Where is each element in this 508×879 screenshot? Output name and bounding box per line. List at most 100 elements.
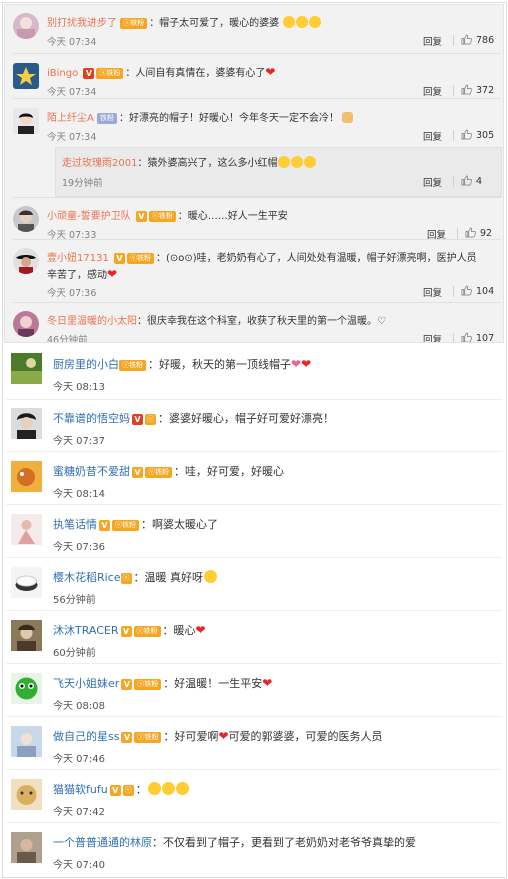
comment-time: 今天 07:34	[47, 132, 97, 143]
comment-time: 60分钟前	[53, 648, 96, 659]
fan-badge: ⓥ	[120, 572, 132, 584]
verified-v-icon: V	[83, 67, 95, 79]
divider	[6, 557, 502, 558]
user-name[interactable]: iBingo	[47, 68, 78, 79]
comment-text: ：暖心	[162, 624, 196, 637]
cry-laugh-emoji-icon	[304, 156, 317, 168]
comment-time: 今天 07:34	[47, 87, 97, 98]
comment-text-line: 冬日里温暖的小太阳：很庆幸我在这个科室，收获了秋天里的第一个温暖。♡	[47, 312, 386, 327]
comment-text: ：好漂亮的帽子！好暖心！今年冬天一定不会冷！	[119, 113, 340, 124]
comment-text: ：	[135, 783, 147, 796]
comment-time: 今天 07:42	[53, 807, 105, 818]
avatar[interactable]	[13, 311, 39, 337]
user-name[interactable]: 一个普普通通的林原	[53, 836, 152, 849]
verified-v-icon: V	[121, 678, 133, 690]
avatar[interactable]	[11, 673, 42, 704]
pray-emoji-icon	[342, 112, 354, 123]
sub-reply-text: ：猿外婆高兴了，这么多小红帽	[137, 158, 278, 169]
comment-text-line: 小顽童-誓要护卫队 Vⓥ铁粉 ：暖心……好人一生平安	[47, 207, 288, 222]
like-button[interactable]: 104	[461, 285, 494, 297]
user-name[interactable]: 小顽童-誓要护卫队	[47, 211, 131, 222]
like-count: 107	[476, 333, 495, 343]
avatar[interactable]	[13, 248, 39, 274]
heart-emoji-icon: ❤	[301, 357, 312, 371]
user-name[interactable]: 飞天小姐妹er	[53, 677, 119, 690]
user-name[interactable]: 蜜糖奶昔不爱甜	[53, 465, 130, 478]
comment-text: ：不仅看到了帽子，更看到了老奶奶对老爷爷真挚的爱	[152, 836, 416, 849]
avatar[interactable]	[13, 63, 39, 89]
reply-button[interactable]: 回复	[423, 129, 442, 143]
comment-text-line: 别打扰我进步了 ⓥ铁粉 ：帽子太可爱了，暖心的婆婆	[47, 14, 322, 29]
divider	[6, 822, 502, 823]
comment-text: ：好暖，秋天的第一顶线帽子	[148, 358, 291, 371]
fan-badge: ⓥ铁粉	[148, 210, 176, 222]
avatar[interactable]	[11, 567, 42, 598]
comment-text-line: 一个普普通通的林原：不仅看到了帽子，更看到了老奶奶对老爷爷真挚的爱	[53, 834, 416, 850]
comment-text-cont: 可爱的郭婆婆，可爱的医务人员	[228, 730, 383, 743]
like-button[interactable]: 372	[461, 84, 494, 96]
user-name[interactable]: 厨房里的小白	[53, 358, 119, 371]
crown-badge: ⓥ	[122, 784, 134, 796]
like-count: 92	[480, 228, 493, 239]
divider	[13, 239, 501, 240]
thumbs-up-icon	[461, 175, 472, 186]
user-name[interactable]: 陌上纤尘A	[47, 113, 94, 124]
reply-button[interactable]: 回复	[423, 285, 442, 299]
user-name[interactable]: 不靠谱的悟空妈	[53, 412, 130, 425]
user-name[interactable]: 猫猫软fufu	[53, 783, 108, 796]
comment-text-line-2: 辛苦了，感动❤	[47, 266, 117, 281]
heart-emoji-icon: ❤	[265, 65, 276, 79]
like-button[interactable]: 305	[461, 129, 494, 141]
reply-button[interactable]: 回复	[423, 332, 442, 342]
like-button[interactable]: 92	[465, 227, 492, 239]
fan-badge: ⓥ铁粉	[119, 359, 146, 371]
avatar[interactable]	[13, 206, 39, 232]
fan-badge: ⓥ铁粉	[145, 466, 172, 478]
comment-text: ：人间自有真情在，婆婆有心了	[125, 68, 266, 79]
comment-text: ：(⊙o⊙)哇，老奶奶有心了，人间处处有温暖，帽子好漂亮啊，医护人员	[156, 253, 477, 264]
reply-button[interactable]: 回复	[423, 34, 442, 48]
user-name[interactable]: 樱木花稻Rice	[53, 571, 121, 584]
tag-badge: 铁粉	[97, 112, 118, 124]
avatar[interactable]	[11, 726, 42, 757]
user-name[interactable]: 做自己的星ss	[53, 730, 119, 743]
avatar[interactable]	[11, 620, 42, 651]
user-name[interactable]: 走过玫瑰雨2001	[62, 158, 137, 169]
reply-button[interactable]: 回复	[423, 84, 442, 98]
avatar[interactable]	[11, 353, 42, 384]
separator	[453, 333, 454, 342]
verified-v-icon: V	[121, 731, 133, 743]
avatar[interactable]	[13, 13, 39, 39]
comment-time: 今天 07:37	[53, 436, 105, 447]
divider	[6, 504, 502, 505]
avatar[interactable]	[11, 832, 42, 863]
avatar[interactable]	[11, 779, 42, 810]
fan-badge: ⓥ铁粉	[134, 731, 162, 743]
divider	[13, 302, 501, 303]
avatar[interactable]	[11, 461, 42, 492]
avatar[interactable]	[11, 514, 42, 545]
like-button[interactable]: 4	[461, 175, 482, 187]
comment-time: 今天 08:08	[53, 701, 105, 712]
heart-emoji-icon: ❤	[262, 676, 273, 690]
comment-text-line: 猫猫软fufu Vⓥ：	[53, 781, 189, 797]
avatar[interactable]	[11, 408, 42, 439]
comment-text-line: iBingo Vⓥ铁粉 ：人间自有真情在，婆婆有心了❤	[47, 64, 275, 79]
like-button[interactable]: 786	[461, 34, 494, 46]
user-name[interactable]: 壹小妞17131	[47, 253, 109, 264]
comment-text: ：哇，好可爱，好暖心	[174, 465, 284, 478]
sub-reply-time: 19分钟前	[62, 178, 103, 189]
cry-laugh-emoji-icon	[278, 156, 291, 168]
user-name[interactable]: 别打扰我进步了	[47, 18, 117, 29]
user-name[interactable]: 冬日里温暖的小太阳	[47, 316, 137, 327]
user-name[interactable]: 沐沐TRACER	[53, 624, 119, 637]
cry-laugh-emoji-icon	[291, 156, 304, 168]
user-name[interactable]: 执笔话情	[53, 518, 97, 531]
top-comment-panel: 别打扰我进步了 ⓥ铁粉 ：帽子太可爱了，暖心的婆婆 今天 07:34 回复 786…	[4, 4, 504, 343]
like-button[interactable]: 107	[461, 332, 495, 343]
comment-text-cont: 辛苦了，感动	[47, 270, 107, 281]
divider	[6, 769, 502, 770]
avatar[interactable]	[13, 108, 39, 134]
reply-button[interactable]: 回复	[423, 175, 442, 189]
comment-text-line: 厨房里的小白 ⓥ铁粉 ：好暖，秋天的第一顶线帽子❤❤	[53, 356, 311, 372]
